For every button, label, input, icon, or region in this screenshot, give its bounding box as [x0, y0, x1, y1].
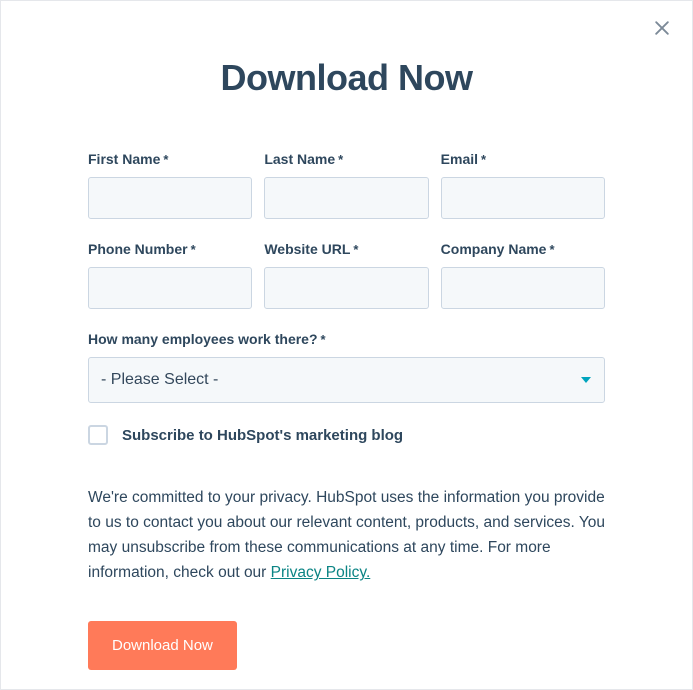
phone-label-text: Phone Number — [88, 241, 188, 257]
form-row-1: First Name* Last Name* Email* — [88, 151, 605, 219]
subscribe-label: Subscribe to HubSpot's marketing blog — [122, 427, 403, 444]
privacy-text: We're committed to your privacy. HubSpot… — [88, 485, 605, 585]
phone-input[interactable] — [88, 267, 252, 309]
required-marker: * — [549, 242, 554, 257]
form-row-3: How many employees work there?* - Please… — [88, 331, 605, 403]
field-employees: How many employees work there?* - Please… — [88, 331, 605, 403]
download-form: First Name* Last Name* Email* Phone Numb… — [88, 151, 605, 670]
download-modal: Download Now First Name* Last Name* Emai… — [0, 0, 693, 690]
website-label-text: Website URL — [264, 241, 350, 257]
last-name-label-text: Last Name — [264, 151, 335, 167]
required-marker: * — [191, 242, 196, 257]
privacy-policy-link[interactable]: Privacy Policy. — [271, 564, 371, 581]
employees-select[interactable]: - Please Select - — [88, 357, 605, 403]
submit-button[interactable]: Download Now — [88, 621, 237, 670]
modal-title: Download Now — [1, 57, 692, 99]
company-label: Company Name* — [441, 241, 605, 257]
email-label-text: Email — [441, 151, 478, 167]
employees-label: How many employees work there?* — [88, 331, 605, 347]
employees-selected-value: - Please Select - — [101, 371, 218, 389]
website-label: Website URL* — [264, 241, 428, 257]
email-input[interactable] — [441, 177, 605, 219]
first-name-input[interactable] — [88, 177, 252, 219]
company-label-text: Company Name — [441, 241, 547, 257]
phone-label: Phone Number* — [88, 241, 252, 257]
required-marker: * — [338, 152, 343, 167]
email-label: Email* — [441, 151, 605, 167]
modal-top-border — [1, 0, 692, 1]
employees-label-text: How many employees work there? — [88, 331, 318, 347]
required-marker: * — [321, 332, 326, 347]
close-icon — [652, 18, 672, 43]
field-phone: Phone Number* — [88, 241, 252, 309]
required-marker: * — [163, 152, 168, 167]
last-name-label: Last Name* — [264, 151, 428, 167]
required-marker: * — [481, 152, 486, 167]
close-button[interactable] — [650, 18, 674, 42]
field-website: Website URL* — [264, 241, 428, 309]
field-last-name: Last Name* — [264, 151, 428, 219]
last-name-input[interactable] — [264, 177, 428, 219]
field-company: Company Name* — [441, 241, 605, 309]
first-name-label: First Name* — [88, 151, 252, 167]
website-input[interactable] — [264, 267, 428, 309]
company-input[interactable] — [441, 267, 605, 309]
first-name-label-text: First Name — [88, 151, 160, 167]
field-first-name: First Name* — [88, 151, 252, 219]
form-row-2: Phone Number* Website URL* Company Name* — [88, 241, 605, 309]
subscribe-checkbox[interactable] — [88, 425, 108, 445]
field-email: Email* — [441, 151, 605, 219]
subscribe-row: Subscribe to HubSpot's marketing blog — [88, 425, 605, 445]
required-marker: * — [353, 242, 358, 257]
employees-select-wrap: - Please Select - — [88, 357, 605, 403]
